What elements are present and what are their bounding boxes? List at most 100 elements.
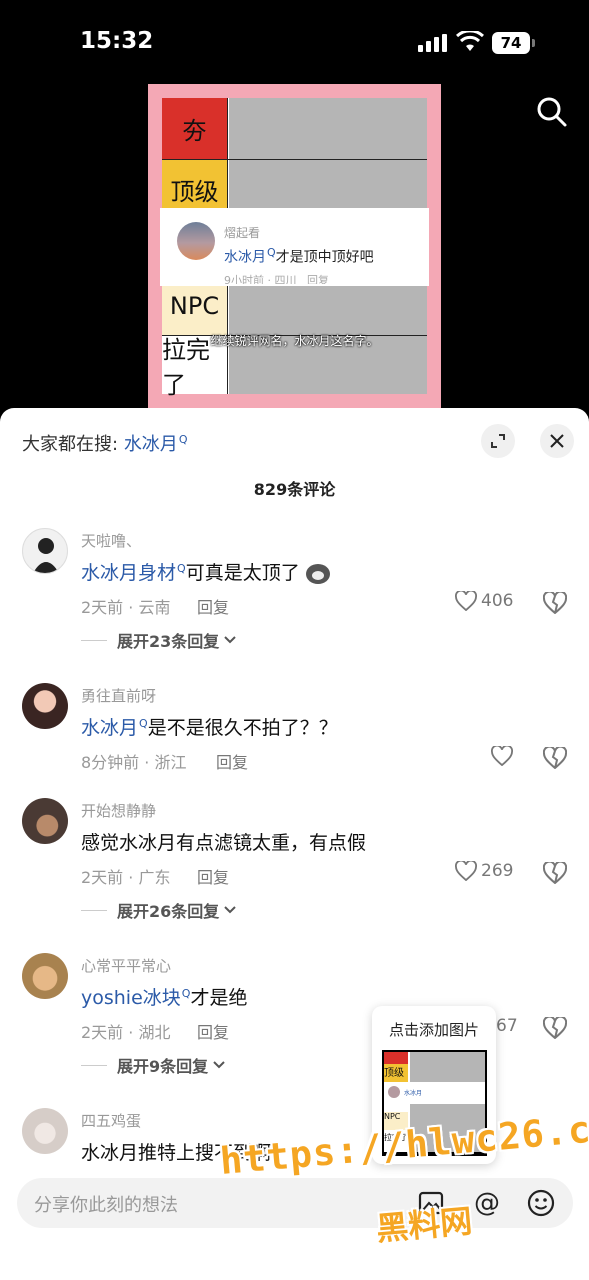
comment-text: 感觉水冰月有点滤镜太重，有点假 bbox=[81, 832, 367, 854]
wifi-icon bbox=[456, 31, 484, 51]
comment-item: 勇往直前呀 水冰月Q是不是很久不拍了？？ 8分钟前 · 浙江 回复 bbox=[0, 683, 589, 783]
heart-icon bbox=[455, 861, 477, 881]
comment-meta: 2天前 · 云南 bbox=[81, 598, 171, 617]
avatar-illustration-icon bbox=[33, 538, 59, 573]
search-keyword-icon: Q bbox=[267, 246, 276, 259]
avatar[interactable] bbox=[22, 1108, 68, 1154]
cellular-signal-icon bbox=[418, 34, 447, 52]
avatar[interactable] bbox=[22, 683, 68, 729]
overlay-comment-text: 水冰月Q才是顶中顶好吧 bbox=[224, 246, 374, 267]
comment-item: 心常平平常心 yoshie冰块Q才是绝 2天前 · 湖北 回复 67 展开9条回… bbox=[0, 953, 589, 1083]
search-keyword-icon: Q bbox=[139, 716, 148, 730]
expand-replies-button[interactable]: 展开9条回复 bbox=[81, 1053, 226, 1077]
expand-replies-label: 展开26条回复 bbox=[117, 902, 220, 921]
status-bar: 15:32 74 bbox=[0, 0, 589, 84]
comment-text: yoshie冰块Q才是绝 bbox=[81, 983, 247, 1010]
expand-replies-button[interactable]: 展开26条回复 bbox=[81, 898, 237, 922]
thumbnail-tier bbox=[384, 1052, 408, 1064]
status-time: 15:32 bbox=[80, 28, 154, 54]
overlay-keyword: 水冰月 bbox=[224, 249, 266, 266]
expand-replies-label: 展开23条回复 bbox=[117, 632, 220, 651]
overlay-reply: 回复 bbox=[307, 274, 329, 284]
like-button[interactable] bbox=[491, 746, 517, 766]
chevron-down-icon bbox=[224, 636, 236, 644]
like-button[interactable]: 406 bbox=[455, 591, 513, 611]
tier-fill bbox=[229, 98, 427, 159]
dislike-icon[interactable] bbox=[543, 592, 567, 614]
comment-meta: 8分钟前 · 浙江 bbox=[81, 753, 187, 772]
tier-label: 夯 bbox=[162, 98, 228, 159]
smiley-icon bbox=[527, 1189, 555, 1217]
like-button[interactable]: 269 bbox=[455, 861, 513, 881]
thumbnail-tier: 顶级 bbox=[384, 1064, 408, 1082]
dislike-icon[interactable] bbox=[543, 1017, 567, 1039]
overlay-username: 熠起看 bbox=[224, 226, 261, 240]
comment-count: 829条评论 bbox=[253, 480, 336, 499]
comment-keyword[interactable]: 水冰月身材 bbox=[81, 562, 176, 584]
overlay-meta: 9小时前 · 四川 回复 bbox=[224, 272, 329, 284]
heart-icon bbox=[455, 591, 477, 611]
comment-keyword[interactable]: yoshie冰块 bbox=[81, 987, 181, 1009]
comment-body: 可真是太顶了 bbox=[185, 562, 300, 584]
battery-indicator: 74 bbox=[492, 32, 530, 54]
thumbnail-overlay: 水冰月 bbox=[384, 1082, 485, 1104]
like-count: 406 bbox=[481, 591, 514, 611]
expand-icon bbox=[491, 434, 505, 448]
like-count: 269 bbox=[481, 861, 514, 881]
heart-icon bbox=[491, 746, 513, 766]
reply-button[interactable]: 回复 bbox=[197, 1019, 229, 1043]
video-overlay-comment: 熠起看 水冰月Q才是顶中顶好吧 9小时前 · 四川 回复 bbox=[160, 208, 429, 286]
comment-body: 是不是很久不拍了？？ bbox=[147, 717, 338, 739]
watermark-brand: 黑料网 bbox=[374, 1201, 474, 1249]
comment-text: 水冰月Q是不是很久不拍了？？ bbox=[81, 713, 338, 740]
video-subtitle: 继续锐评网名，水冰月这名字。 bbox=[210, 334, 379, 348]
comment-body: 才是绝 bbox=[190, 987, 248, 1009]
reply-button[interactable]: 回复 bbox=[197, 864, 229, 888]
thumbnail-overlay-text: 水冰月 bbox=[404, 1090, 423, 1097]
reply-button[interactable]: 回复 bbox=[216, 749, 248, 773]
mention-icon[interactable]: @ bbox=[471, 1187, 503, 1219]
expand-replies-label: 展开9条回复 bbox=[117, 1057, 209, 1076]
comment-input-bar[interactable]: 分享你此刻的想法 @ bbox=[17, 1178, 573, 1228]
dislike-icon[interactable] bbox=[543, 862, 567, 884]
comment-item: 开始想静静 感觉水冰月有点滤镜太重，有点假 2天前 · 广东 回复 269 展开… bbox=[0, 798, 589, 928]
close-button[interactable] bbox=[540, 424, 574, 458]
add-image-label: 点击添加图片 bbox=[388, 1021, 479, 1039]
avatar[interactable] bbox=[22, 798, 68, 844]
comment-keyword[interactable]: 水冰月 bbox=[81, 717, 138, 739]
thumbnail-avatar bbox=[388, 1086, 400, 1098]
search-icon[interactable] bbox=[536, 96, 568, 128]
emoji-icon[interactable] bbox=[525, 1187, 557, 1219]
expand-button[interactable] bbox=[481, 424, 515, 458]
dislike-icon[interactable] bbox=[543, 747, 567, 769]
trending-search[interactable]: 大家都在搜: 水冰月Q bbox=[22, 430, 187, 456]
avatar[interactable] bbox=[22, 953, 68, 999]
comment-meta: 2天前 · 湖北 bbox=[81, 1023, 171, 1042]
overlay-text-body: 才是顶中顶好吧 bbox=[275, 249, 374, 266]
comment-username[interactable]: 心常平平常心 bbox=[81, 955, 171, 976]
trending-search-keyword[interactable]: 水冰月 bbox=[124, 434, 178, 455]
expand-replies-button[interactable]: 展开23条回复 bbox=[81, 628, 237, 652]
comment-text: 水冰月身材Q可真是太顶了 bbox=[81, 558, 330, 585]
avatar[interactable] bbox=[22, 528, 68, 574]
comment-username[interactable]: 天啦噜、 bbox=[81, 530, 141, 551]
search-keyword-icon: Q bbox=[177, 561, 186, 575]
overlay-meta-time: 9小时前 · 四川 bbox=[224, 274, 297, 284]
husky-emoji-icon bbox=[305, 563, 330, 584]
reply-button[interactable]: 回复 bbox=[197, 594, 229, 618]
chevron-down-icon bbox=[224, 906, 236, 914]
comment-input-placeholder[interactable]: 分享你此刻的想法 bbox=[34, 1191, 178, 1217]
battery-tip bbox=[532, 39, 535, 47]
trending-search-prefix: 大家都在搜: bbox=[22, 434, 119, 455]
like-count: 67 bbox=[496, 1016, 518, 1036]
comment-meta: 2天前 · 广东 bbox=[81, 868, 171, 887]
comment-item: 天啦噜、 水冰月身材Q可真是太顶了 2天前 · 云南 回复 406 展开23条回… bbox=[0, 528, 589, 658]
comment-username[interactable]: 勇往直前呀 bbox=[81, 685, 156, 706]
close-icon bbox=[550, 434, 564, 448]
comment-username[interactable]: 开始想静静 bbox=[81, 800, 156, 821]
search-keyword-icon: Q bbox=[178, 433, 188, 446]
comment-username[interactable]: 四五鸡蛋 bbox=[81, 1110, 141, 1131]
chevron-down-icon bbox=[213, 1061, 225, 1069]
tier-row: 夯 bbox=[162, 98, 427, 160]
avatar bbox=[177, 222, 215, 260]
